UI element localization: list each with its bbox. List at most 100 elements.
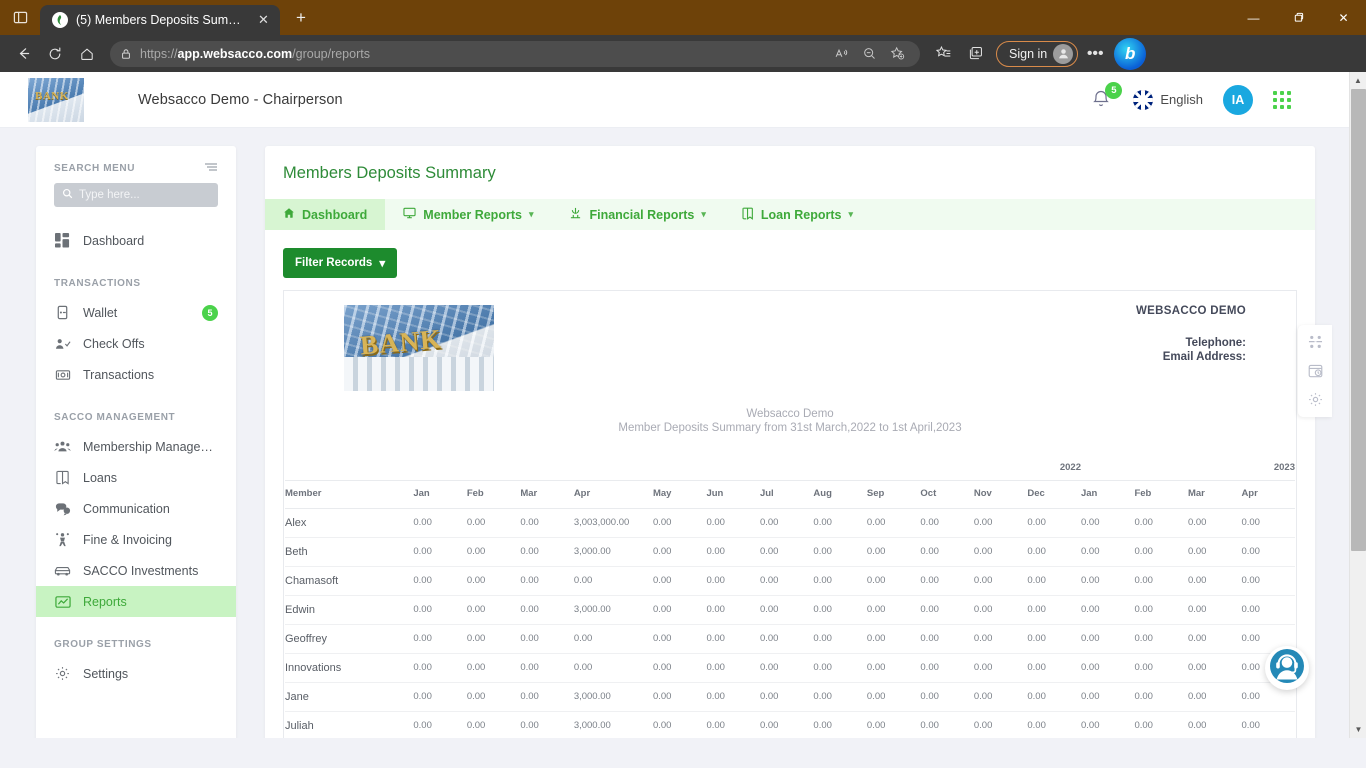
tab-label: Financial Reports: [589, 207, 695, 222]
page-body: SEARCH MENU Dashboard: [0, 128, 1349, 738]
filter-records-button[interactable]: Filter Records ▾: [283, 248, 398, 278]
cell-amount: 0.00: [1080, 537, 1135, 567]
dashboard-icon: [54, 232, 71, 249]
tab-dashboard[interactable]: Dashboard: [265, 199, 386, 230]
tab-member-reports[interactable]: Member Reports ▾: [385, 199, 551, 230]
sidebar: SEARCH MENU Dashboard: [36, 146, 236, 738]
home-icon: [283, 207, 295, 222]
websacco-favicon: [52, 12, 68, 28]
back-icon[interactable]: [8, 39, 38, 69]
gear-icon[interactable]: [1308, 392, 1323, 407]
sidebar-item-loans[interactable]: Loans: [36, 462, 236, 493]
cell-amount: 0.00: [413, 566, 467, 596]
cell-amount: 0.00: [1187, 624, 1242, 654]
settings-more-icon[interactable]: •••: [1080, 39, 1110, 69]
close-icon[interactable]: ✕: [255, 11, 272, 29]
wallet-badge: 5: [202, 304, 218, 321]
members-icon[interactable]: [1308, 335, 1323, 349]
tab-loan-reports[interactable]: Loan Reports ▾: [724, 199, 871, 230]
window-close-icon[interactable]: ✕: [1321, 0, 1366, 35]
cell-amount: 0.00: [920, 624, 974, 654]
new-tab-button[interactable]: +: [286, 3, 316, 33]
sidebar-item-fine-invoicing[interactable]: Fine & Invoicing: [36, 524, 236, 555]
avatar[interactable]: IA: [1223, 84, 1253, 115]
main-column: Members Deposits Summary Dashboard Membe…: [265, 146, 1315, 738]
headset-support-icon: [1269, 648, 1305, 689]
cell-member-name: Beth: [285, 537, 414, 567]
sidebar-search[interactable]: [54, 183, 218, 207]
cell-amount: 0.00: [759, 508, 814, 538]
tab-list-button[interactable]: [0, 0, 40, 35]
cell-amount: 0.00: [866, 537, 921, 567]
notifications-button[interactable]: 5: [1091, 81, 1123, 112]
maximize-icon[interactable]: [1276, 0, 1321, 35]
minimize-icon[interactable]: —: [1231, 0, 1276, 35]
page-scrollbar[interactable]: ▲ ▼: [1349, 72, 1366, 738]
support-chat-button[interactable]: [1265, 646, 1309, 690]
scroll-up-arrow-icon[interactable]: ▲: [1350, 72, 1366, 89]
cell-amount: 0.00: [759, 595, 814, 625]
sidebar-item-sacco-investments[interactable]: SACCO Investments: [36, 555, 236, 586]
sidebar-item-label: SACCO Investments: [83, 563, 199, 578]
cell-amount: 0.00: [652, 711, 707, 738]
table-row: Innovations 0.00 0.00 0.00 0.00 0.00 0.00 0.00 0…: [285, 653, 1295, 683]
cell-amount: 0.00: [573, 566, 653, 596]
tab-financial-reports[interactable]: Financial Reports ▾: [551, 199, 723, 230]
scroll-down-arrow-icon[interactable]: ▼: [1350, 721, 1366, 738]
sidebar-item-settings[interactable]: Settings: [36, 658, 236, 689]
cell-amount: 0.00: [866, 595, 921, 625]
apps-grid-icon[interactable]: [1273, 90, 1291, 109]
sidebar-item-wallet[interactable]: Wallet 5: [36, 297, 236, 328]
sacco-logo: [28, 77, 84, 122]
cell-amount: 0.00: [866, 508, 921, 538]
sidebar-item-communication[interactable]: Communication: [36, 493, 236, 524]
column-header-month: Apr: [1241, 479, 1295, 509]
search-input[interactable]: [79, 189, 210, 201]
cell-amount: 0.00: [920, 508, 974, 538]
sign-in-button[interactable]: Sign in: [996, 40, 1079, 67]
language-selector[interactable]: English: [1133, 89, 1203, 110]
history-icon[interactable]: [1308, 363, 1323, 378]
cell-amount: 0.00: [573, 653, 653, 683]
report-table-container: 2022 2023 Member Jan Feb Mar Apr May Jun Jul Aug S…: [284, 462, 1296, 738]
cell-amount: 0.00: [1241, 711, 1295, 738]
sidebar-item-transactions[interactable]: Transactions: [36, 359, 236, 390]
reload-icon[interactable]: [40, 39, 70, 69]
cell-amount: 0.00: [520, 508, 574, 538]
cell-amount: 0.00: [1134, 624, 1188, 654]
sidebar-item-label: Settings: [83, 666, 129, 681]
sidebar-item-reports[interactable]: Reports: [36, 586, 236, 617]
browser-tab[interactable]: (5) Members Deposits Summary ✕: [40, 5, 280, 35]
zoom-out-icon[interactable]: [856, 41, 882, 67]
table-row: Jane 0.00 0.00 0.00 3,000.00 0.00 0.00 0.00 0.00…: [285, 682, 1295, 712]
cell-amount: 0.00: [813, 566, 867, 596]
favorites-icon[interactable]: [928, 39, 958, 69]
lock-icon: [120, 48, 132, 60]
cell-amount: 0.00: [813, 682, 867, 712]
cell-amount: 0.00: [466, 508, 521, 538]
cell-amount: 3,000.00: [573, 595, 653, 625]
menu-collapse-icon[interactable]: [204, 162, 218, 175]
address-bar[interactable]: https://app.websacco.com/group/reports: [110, 40, 920, 67]
membership-icon: [54, 438, 71, 455]
add-favorite-icon[interactable]: [884, 41, 910, 67]
cell-amount: 0.00: [759, 624, 814, 654]
read-aloud-icon[interactable]: [828, 41, 854, 67]
bing-copilot-icon[interactable]: b: [1114, 37, 1147, 70]
cell-amount: 0.00: [466, 537, 521, 567]
sidebar-group-transactions: TRANSACTIONS: [54, 278, 141, 289]
report-panel: WEBSACCO DEMO Telephone: Email Address: …: [283, 290, 1297, 738]
cell-amount: 0.00: [1080, 711, 1135, 738]
cell-amount: 0.00: [1187, 711, 1242, 738]
cell-amount: 0.00: [1187, 566, 1242, 596]
sidebar-item-check-offs[interactable]: Check Offs: [36, 328, 236, 359]
sidebar-item-membership-management[interactable]: Membership Managem...: [36, 431, 236, 462]
cell-amount: 0.00: [466, 624, 521, 654]
scrollbar-thumb[interactable]: [1351, 89, 1366, 551]
report-subtitle-line2: Member Deposits Summary from 31st March,…: [618, 422, 962, 435]
home-icon[interactable]: [72, 39, 102, 69]
cell-amount: 0.00: [706, 653, 760, 683]
sidebar-item-label: Transactions: [83, 367, 155, 382]
sidebar-item-dashboard[interactable]: Dashboard: [36, 225, 236, 256]
collections-icon[interactable]: [960, 39, 990, 69]
